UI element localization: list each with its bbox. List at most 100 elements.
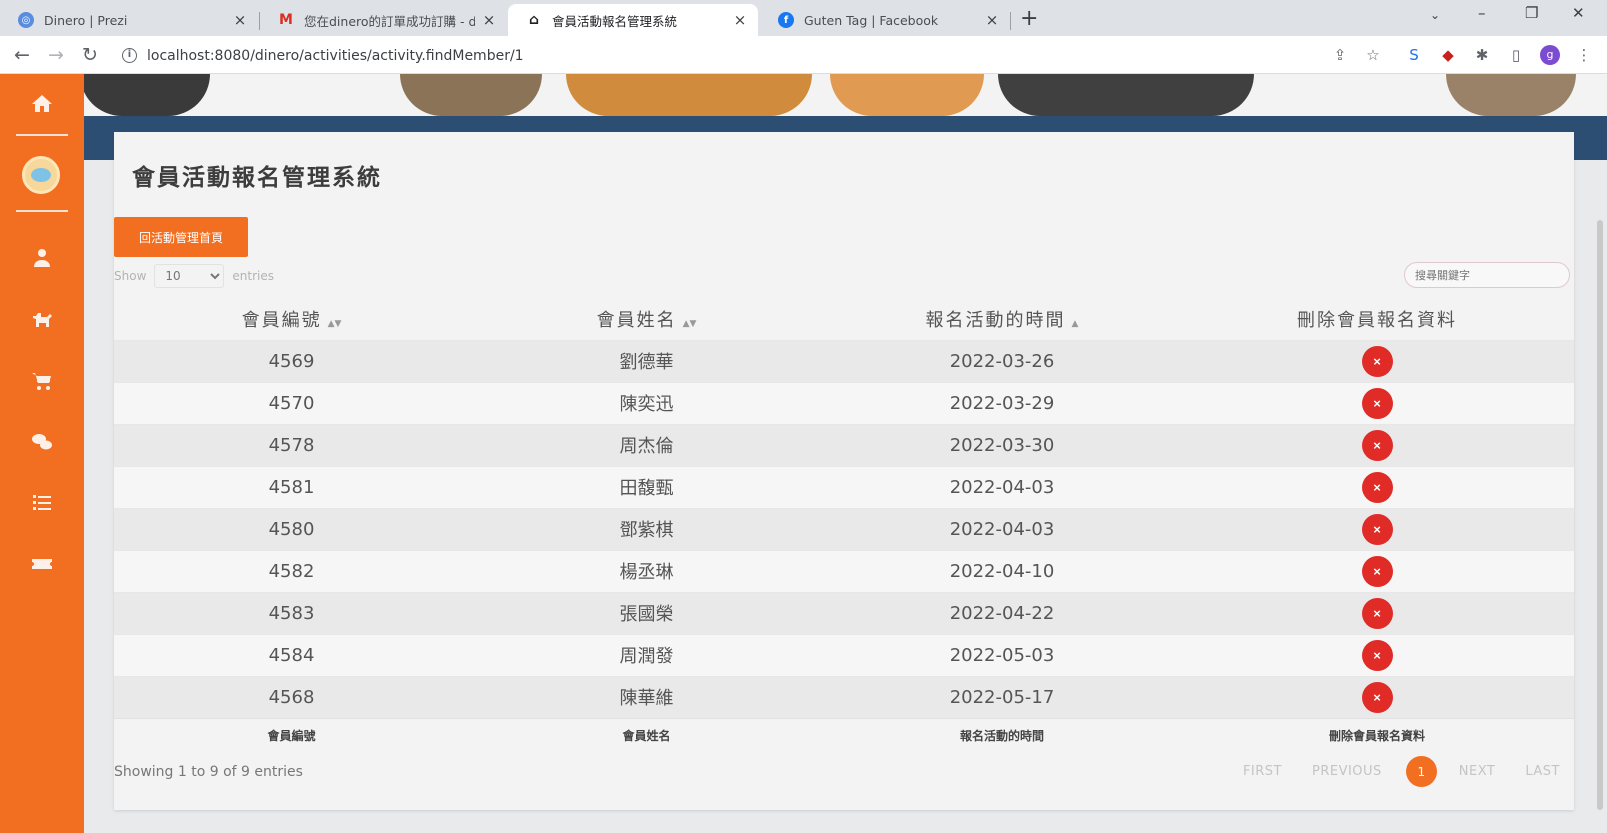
dog-photo (84, 74, 210, 116)
table-row: 4583 張國榮 2022-04-22 × (114, 591, 1574, 634)
table-row: 4580 鄧紫棋 2022-04-03 × (114, 507, 1574, 550)
delete-registration-button[interactable]: × (1361, 597, 1393, 629)
pagination: FIRST PREVIOUS 1 NEXT LAST (1213, 756, 1560, 787)
back-arrow-icon[interactable]: ← (14, 44, 30, 66)
prezi-icon: ◎ (18, 12, 34, 28)
member-name-cell: 張國榮 (469, 591, 824, 634)
delete-registration-button[interactable]: × (1361, 513, 1393, 545)
browser-tab-prezi[interactable]: ◎ Dinero | Prezi × (0, 4, 258, 36)
member-id-cell: 4568 (114, 675, 469, 718)
cat-photo (1446, 74, 1576, 116)
delete-registration-button[interactable]: × (1361, 681, 1393, 713)
signup-date-cell: 2022-04-10 (824, 549, 1180, 592)
avatar[interactable] (22, 156, 60, 194)
restore-icon[interactable]: ❐ (1525, 4, 1538, 22)
delete-cell: × (1180, 549, 1574, 592)
shopping-cart-icon[interactable] (22, 361, 62, 401)
reload-icon[interactable]: ↻ (82, 44, 98, 66)
cat-photo (400, 74, 542, 116)
dog-photo (998, 74, 1254, 116)
page-length-select[interactable]: 10 (154, 264, 225, 288)
page-scrollbar[interactable] (1597, 220, 1603, 810)
delete-registration-button[interactable]: × (1361, 345, 1393, 377)
signup-date-cell: 2022-04-22 (824, 591, 1180, 634)
page-length-control: Show 10 entries (114, 263, 274, 289)
column-header-member-name[interactable]: 會員姓名 ▲▼ (469, 298, 824, 340)
dog-photo (566, 74, 812, 116)
chat-bubbles-icon[interactable] (22, 422, 62, 462)
table-row: 4581 田馥甄 2022-04-03 × (114, 465, 1574, 508)
browser-tab-gmail[interactable]: M 您在dinero的訂單成功訂購 - dc × (260, 4, 507, 36)
member-id-cell: 4583 (114, 591, 469, 634)
delete-registration-button[interactable]: × (1361, 387, 1393, 419)
pager-current-page[interactable]: 1 (1405, 756, 1437, 787)
member-name-cell: 陳華維 (469, 675, 824, 718)
window-close-icon[interactable]: ✕ (1572, 4, 1585, 22)
puzzle-extensions-icon[interactable]: ✱ (1472, 45, 1492, 65)
browser-tab-facebook[interactable]: f Guten Tag | Facebook × (760, 4, 1010, 36)
pager-next[interactable]: NEXT (1459, 764, 1496, 779)
page-title: 會員活動報名管理系統 (132, 165, 382, 191)
profile-avatar-icon[interactable]: g (1540, 45, 1560, 65)
search-input[interactable] (1404, 262, 1570, 288)
side-panel-icon[interactable]: ▯ (1506, 45, 1526, 65)
delete-registration-button[interactable]: × (1361, 471, 1393, 503)
delete-cell: × (1180, 423, 1574, 466)
ublock-icon[interactable]: ◆ (1438, 45, 1458, 65)
column-header-member-id[interactable]: 會員編號 ▲▼ (114, 298, 469, 340)
close-icon[interactable]: × (732, 11, 748, 29)
menu-kebab-icon[interactable]: ⋮ (1574, 45, 1594, 65)
pager-previous[interactable]: PREVIOUS (1312, 764, 1382, 779)
close-icon[interactable]: × (984, 11, 1000, 29)
column-header-signup-date[interactable]: 報名活動的時間 ▲ (824, 298, 1180, 340)
close-icon[interactable]: × (232, 11, 248, 29)
pager-first[interactable]: FIRST (1243, 764, 1282, 779)
footer-signup-date: 報名活動的時間 (824, 717, 1180, 752)
member-id-cell: 4570 (114, 381, 469, 424)
delete-registration-button[interactable]: × (1361, 555, 1393, 587)
bookmark-star-icon[interactable]: ☆ (1363, 45, 1383, 65)
delete-cell: × (1180, 507, 1574, 550)
new-tab-icon[interactable]: + (1020, 6, 1038, 31)
pet-dog-icon[interactable] (22, 300, 62, 340)
delete-cell: × (1180, 381, 1574, 424)
forward-arrow-icon[interactable]: → (48, 44, 64, 66)
signup-date-cell: 2022-03-30 (824, 423, 1180, 466)
back-to-activity-home-button[interactable]: 回活動管理首頁 (114, 217, 248, 257)
delete-cell: × (1180, 633, 1574, 676)
member-name-cell: 楊丞琳 (469, 549, 824, 592)
member-card: 會員活動報名管理系統 回活動管理首頁 Show 10 entries 會員編號▲… (114, 132, 1574, 810)
extension-s-icon[interactable]: S (1404, 45, 1424, 65)
minimize-icon[interactable]: – (1478, 4, 1486, 22)
member-name-cell: 鄧紫棋 (469, 507, 824, 550)
browser-tab-active[interactable]: ⌂ 會員活動報名管理系統 × (508, 4, 758, 36)
delete-registration-button[interactable]: × (1361, 429, 1393, 461)
table-header-row: 會員編號 ▲▼ 會員姓名 ▲▼ 報名活動的時間 ▲ 刪除會員報名資料 (114, 298, 1574, 340)
pager-last[interactable]: LAST (1525, 764, 1560, 779)
table-row: 4569 劉德華 2022-03-26 × (114, 339, 1574, 382)
member-id-cell: 4584 (114, 633, 469, 676)
delete-cell: × (1180, 591, 1574, 634)
site-info-icon[interactable]: i (122, 48, 137, 63)
column-header-delete: 刪除會員報名資料 (1297, 309, 1457, 331)
user-icon[interactable] (22, 238, 62, 278)
member-id-cell: 4582 (114, 549, 469, 592)
delete-registration-button[interactable]: × (1361, 639, 1393, 671)
member-name-cell: 陳奕迅 (469, 381, 824, 424)
task-list-icon[interactable] (22, 483, 62, 523)
footer-member-name: 會員姓名 (469, 717, 824, 752)
url-field[interactable]: i localhost:8080/dinero/activities/activ… (122, 42, 1322, 69)
tab-search-icon[interactable]: ⌄ (1430, 8, 1440, 22)
signup-date-cell: 2022-05-17 (824, 675, 1180, 718)
member-name-cell: 田馥甄 (469, 465, 824, 508)
share-icon[interactable]: ⇪ (1330, 45, 1350, 65)
close-icon[interactable]: × (481, 11, 497, 29)
member-id-cell: 4569 (114, 339, 469, 382)
facebook-icon: f (778, 12, 794, 28)
pets-banner (84, 74, 1607, 116)
browser-tab-bar: ◎ Dinero | Prezi × M 您在dinero的訂單成功訂購 - d… (0, 0, 1607, 36)
url-text: localhost:8080/dinero/activities/activit… (147, 47, 524, 64)
home-icon[interactable] (22, 84, 62, 124)
ticket-icon[interactable] (22, 544, 62, 584)
footer-member-id: 會員編號 (114, 717, 469, 752)
